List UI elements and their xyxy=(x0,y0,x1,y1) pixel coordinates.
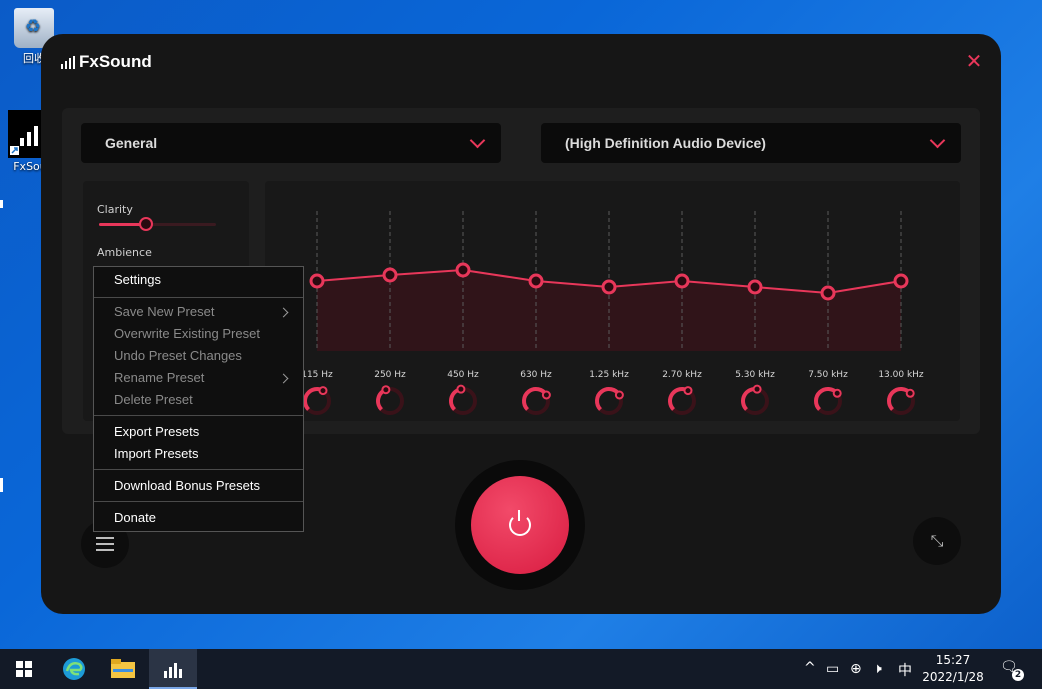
battery-icon[interactable]: ▭ xyxy=(826,661,839,677)
menu-item-import-presets[interactable]: Import Presets xyxy=(114,444,199,464)
clarity-slider[interactable] xyxy=(99,217,216,231)
eq-band-handle[interactable] xyxy=(820,285,836,301)
context-menu: Settings Save New Preset Overwrite Exist… xyxy=(93,266,304,532)
menu-item-label: Save New Preset xyxy=(114,304,215,319)
desktop-edge-mark xyxy=(0,200,3,208)
menu-separator xyxy=(94,469,303,470)
menu-item-donate[interactable]: Donate xyxy=(114,508,156,528)
taskbar-edge[interactable] xyxy=(50,649,98,689)
eq-knob-handle[interactable] xyxy=(683,386,693,396)
eq-band-handle[interactable] xyxy=(601,279,617,295)
eq-band-label: 115 Hz xyxy=(301,370,333,380)
clock-date: 2022/1/28 xyxy=(922,670,984,684)
output-device-dropdown[interactable]: (High Definition Audio Device) xyxy=(541,123,961,163)
equalizer-graph: 115 Hz 250 Hz 450 Hz 630 Hz 1.25 kHz 2.70 kHz… xyxy=(301,211,924,415)
fxsound-logo-icon xyxy=(61,55,75,69)
eq-band-handle[interactable] xyxy=(382,267,398,283)
eq-band-label: 2.70 kHz xyxy=(662,370,702,380)
windows-start-icon xyxy=(16,661,32,677)
hamburger-icon-line xyxy=(96,549,114,551)
eq-band-label: 630 Hz xyxy=(520,370,552,380)
taskbar: ^ ▭ ⊕ 🕨 中 15:27 2022/1/28 🗨 2 xyxy=(0,649,1042,689)
notification-center-button[interactable]: 🗨 2 xyxy=(1000,659,1024,681)
taskbar-file-explorer[interactable] xyxy=(99,649,147,689)
eq-band-label: 250 Hz xyxy=(374,370,406,380)
file-explorer-icon xyxy=(111,659,135,678)
start-button[interactable] xyxy=(0,649,48,689)
eq-knob-handle[interactable] xyxy=(456,384,466,394)
menu-item-rename-preset[interactable]: Rename Preset xyxy=(114,368,295,388)
eq-band-handle[interactable] xyxy=(455,262,471,278)
chevron-up-icon[interactable]: ^ xyxy=(804,660,816,676)
eq-band-label: 5.30 kHz xyxy=(735,370,775,380)
desktop-edge-mark xyxy=(0,478,3,492)
eq-knob-handle[interactable] xyxy=(752,384,762,394)
equalizer: 115 Hz 250 Hz 450 Hz 630 Hz 1.25 kHz 2.70 kHz… xyxy=(265,181,960,421)
eq-band-label: 13.00 kHz xyxy=(878,370,924,380)
menu-item-delete-preset[interactable]: Delete Preset xyxy=(114,390,193,410)
eq-knob-handle[interactable] xyxy=(832,388,842,398)
volume-icon[interactable]: 🕨 xyxy=(873,661,882,677)
fxsound-icon xyxy=(164,663,182,678)
slider-knob[interactable] xyxy=(138,217,153,231)
app-title: FxSound xyxy=(79,52,152,71)
notification-badge: 2 xyxy=(1012,669,1024,681)
menu-separator xyxy=(94,501,303,502)
eq-knob-handle[interactable] xyxy=(381,385,391,395)
menu-item-label: Rename Preset xyxy=(114,370,205,385)
edge-icon xyxy=(63,658,85,680)
eq-band-label: 1.25 kHz xyxy=(589,370,629,380)
eq-knob-handle[interactable] xyxy=(541,390,551,400)
hamburger-icon-line xyxy=(96,543,114,545)
eq-band-handle[interactable] xyxy=(309,273,325,289)
app-logo: FxSound xyxy=(61,52,152,72)
ime-indicator[interactable]: 中 xyxy=(898,660,912,680)
taskbar-fxsound[interactable] xyxy=(149,649,197,689)
eq-band-label: 450 Hz xyxy=(447,370,479,380)
close-icon[interactable]: ✕ xyxy=(965,51,983,71)
menu-item-save-new-preset[interactable]: Save New Preset xyxy=(114,302,295,322)
effect-label-clarity: Clarity xyxy=(97,203,133,216)
menu-item-overwrite-preset[interactable]: Overwrite Existing Preset xyxy=(114,324,260,344)
menu-separator xyxy=(94,415,303,416)
chevron-down-icon xyxy=(469,132,486,149)
preset-value: General xyxy=(105,135,158,151)
eq-band-label: 7.50 kHz xyxy=(808,370,848,380)
power-button-ring xyxy=(455,460,585,590)
minimize-view-button[interactable]: ⤡ xyxy=(913,517,961,565)
menu-item-settings[interactable]: Settings xyxy=(114,270,161,290)
menu-item-export-presets[interactable]: Export Presets xyxy=(114,422,199,442)
eq-band-handle[interactable] xyxy=(528,273,544,289)
device-value: (High Definition Audio Device) xyxy=(565,135,766,151)
preset-dropdown[interactable]: General xyxy=(81,123,501,163)
menu-separator xyxy=(94,297,303,298)
menu-item-undo-preset-changes[interactable]: Undo Preset Changes xyxy=(114,346,242,366)
power-button[interactable] xyxy=(471,476,569,574)
hamburger-icon xyxy=(96,537,114,539)
clock-time: 15:27 xyxy=(935,653,971,667)
power-icon xyxy=(509,510,531,536)
network-globe-icon[interactable]: ⊕ xyxy=(850,661,862,677)
clock[interactable]: 15:27 2022/1/28 xyxy=(920,652,986,686)
chevron-down-icon xyxy=(929,132,946,149)
eq-knob-handle[interactable] xyxy=(318,386,328,396)
eq-band-handle[interactable] xyxy=(747,279,763,295)
chevron-right-icon xyxy=(278,307,289,318)
shrink-icon: ⤡ xyxy=(930,531,944,550)
eq-knob-handle[interactable] xyxy=(614,390,624,400)
eq-band-handle[interactable] xyxy=(893,273,909,289)
eq-band-handle[interactable] xyxy=(674,273,690,289)
effect-label-ambience: Ambience xyxy=(97,246,152,259)
menu-item-download-bonus-presets[interactable]: Download Bonus Presets xyxy=(114,476,260,496)
eq-knob-handle[interactable] xyxy=(905,388,915,398)
chevron-right-icon xyxy=(278,373,289,384)
